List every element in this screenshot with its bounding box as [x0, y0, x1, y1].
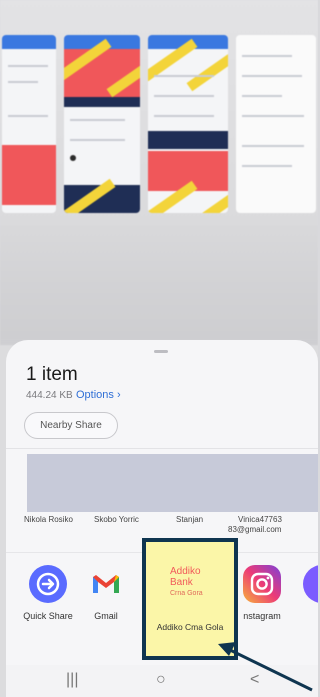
nearby-share-button[interactable]: Nearby Share — [24, 412, 118, 439]
options-label: Options — [76, 389, 114, 401]
background-dim — [0, 225, 318, 345]
options-link[interactable]: Options › — [76, 389, 121, 401]
gmail-icon — [87, 565, 125, 603]
recent-app-thumbnail[interactable] — [148, 35, 228, 213]
app-icon — [303, 565, 318, 603]
app-label: nstagram — [243, 611, 281, 621]
recent-app-thumbnail[interactable] — [64, 35, 140, 213]
app-gmail[interactable]: Gmail — [76, 565, 136, 621]
contact-label[interactable]: Skobo Yorric — [94, 515, 139, 524]
recents-icon[interactable]: ||| — [66, 671, 78, 689]
quick-share-icon — [29, 565, 67, 603]
logo-line: Addiko — [170, 566, 201, 577]
contact-label[interactable]: Nikola Rosiko — [24, 515, 73, 524]
contact-label[interactable]: Vinica47763 — [238, 515, 282, 524]
recent-apps-background — [0, 0, 318, 345]
logo-line: Bank — [170, 577, 193, 588]
app-addiko-highlighted[interactable]: Addiko Bank Crna Gora Addiko Cma Gola — [142, 538, 238, 660]
home-icon[interactable]: ○ — [156, 671, 166, 689]
app-label: Quick Share — [23, 611, 73, 621]
share-title: 1 item — [26, 364, 78, 385]
back-icon[interactable]: < — [250, 671, 259, 689]
app-label: Gmail — [94, 611, 118, 621]
contacts-area — [27, 454, 318, 512]
app-label: Addiko Cma Gola — [156, 622, 224, 632]
logo-line: Crna Gora — [170, 590, 203, 597]
file-size: 444.24 KB — [26, 390, 73, 401]
recent-app-thumbnail[interactable] — [236, 35, 316, 213]
app-more[interactable] — [292, 565, 318, 603]
navigation-bar: ||| ○ < — [6, 665, 318, 697]
app-quick-share[interactable]: Quick Share — [18, 565, 78, 621]
drag-handle[interactable] — [154, 350, 168, 353]
android-screen: 1 item 444.24 KB Options › Nearby Share … — [0, 0, 318, 697]
contact-label[interactable]: Stanjan — [176, 515, 203, 524]
chevron-right-icon: › — [113, 389, 121, 401]
contact-label[interactable]: 83@gmail.com — [228, 525, 281, 534]
addiko-bank-icon: Addiko Bank Crna Gora — [170, 566, 203, 599]
divider — [6, 448, 318, 449]
recent-app-thumbnail[interactable] — [2, 35, 56, 213]
instagram-icon — [243, 565, 281, 603]
app-instagram[interactable]: nstagram — [232, 565, 292, 621]
share-sheet: 1 item 444.24 KB Options › Nearby Share … — [6, 340, 318, 697]
